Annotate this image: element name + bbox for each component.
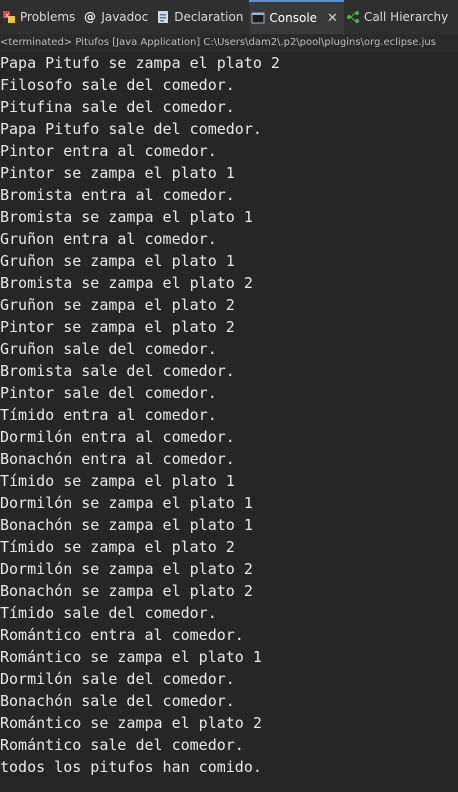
console-line: Gruñon se zampa el plato 2 [0,296,235,314]
console-line: Dormilón se zampa el plato 1 [0,494,253,512]
process-status: <terminated> Pitufos [Java Application] … [0,34,458,52]
console-line: Pintor sale del comedor. [0,384,217,402]
console-line: Tímido entra al comedor. [0,406,217,424]
tab-label: Declaration [174,10,244,24]
console-line: Pintor se zampa el plato 1 [0,164,235,182]
tab-label: Problems [20,10,76,24]
console-line: Bromista se zampa el plato 1 [0,208,253,226]
console-line: Gruñon sale del comedor. [0,340,217,358]
console-line: Gruñon se zampa el plato 1 [0,252,235,270]
console-line: Tímido se zampa el plato 1 [0,472,235,490]
console-line: Romántico se zampa el plato 1 [0,648,262,666]
view-tabs: x Problems @ Javadoc Declaration Console… [0,0,454,34]
console-output[interactable]: Papa Pitufo se zampa el plato 2 Filosofo… [0,52,458,792]
close-icon[interactable]: ✕ [327,11,338,26]
tab-console[interactable]: Console ✕ [249,0,344,34]
svg-text:@: @ [84,10,96,24]
call-hierarchy-icon [346,10,360,24]
console-line: Romántico sale del comedor. [0,736,244,754]
console-line: Bromista se zampa el plato 2 [0,274,253,292]
console-line: Bromista entra al comedor. [0,186,235,204]
console-line: Dormilón entra al comedor. [0,428,235,446]
console-line: Pitufina sale del comedor. [0,98,235,116]
console-line: Papa Pitufo sale del comedor. [0,120,262,138]
tab-label: Console [269,11,318,25]
tab-declaration[interactable]: Declaration [154,0,249,34]
console-line: Tímido sale del comedor. [0,604,217,622]
console-line: todos los pitufos han comido. [0,758,262,776]
view-tab-bar: x Problems @ Javadoc Declaration Console… [0,0,458,35]
javadoc-icon: @ [83,10,97,24]
console-line: Romántico se zampa el plato 2 [0,714,262,732]
console-line: Bonachón se zampa el plato 2 [0,582,253,600]
console-line: Tímido se zampa el plato 2 [0,538,235,556]
console-line: Dormilón se zampa el plato 2 [0,560,253,578]
console-line: Bonachón entra al comedor. [0,450,235,468]
console-line: Filosofo sale del comedor. [0,76,235,94]
console-line: Bonachón sale del comedor. [0,692,235,710]
problems-icon: x [2,10,16,24]
tab-problems[interactable]: x Problems [0,0,81,34]
declaration-icon [156,10,170,24]
console-line: Pintor entra al comedor. [0,142,217,160]
console-line: Bromista sale del comedor. [0,362,235,380]
console-line: Gruñon entra al comedor. [0,230,217,248]
console-line: Dormilón sale del comedor. [0,670,235,688]
console-line: Pintor se zampa el plato 2 [0,318,235,336]
console-line: Bonachón se zampa el plato 1 [0,516,253,534]
tab-label: Call Hierarchy [363,10,449,24]
tab-call-hierarchy[interactable]: Call Hierarchy [344,0,454,34]
svg-text:x: x [5,12,9,20]
tab-label: Javadoc [101,10,149,24]
console-icon [251,11,265,25]
console-line: Romántico entra al comedor. [0,626,244,644]
tab-javadoc[interactable]: @ Javadoc [81,0,154,34]
console-line: Papa Pitufo se zampa el plato 2 [0,54,280,72]
